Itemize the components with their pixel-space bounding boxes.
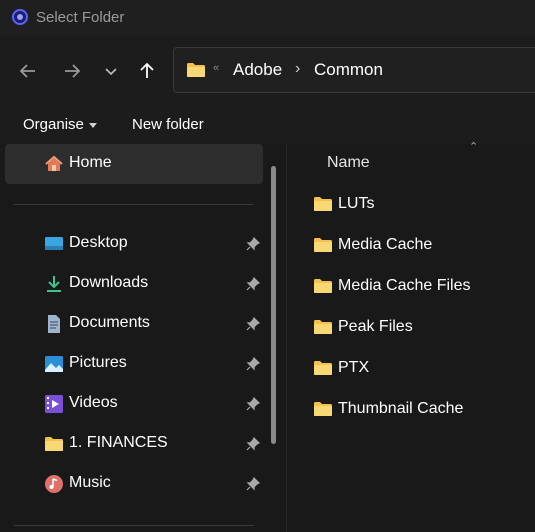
- command-toolbar: Organise New folder: [0, 104, 535, 144]
- video-icon: [45, 395, 63, 413]
- list-item[interactable]: PTX: [287, 348, 535, 388]
- pin-icon[interactable]: [246, 477, 260, 491]
- caret-down-icon: [88, 122, 97, 128]
- folder-name: Media Cache: [338, 236, 433, 253]
- sidebar-item-videos[interactable]: Videos: [0, 384, 270, 424]
- sidebar-divider: [14, 525, 254, 526]
- sidebar-item-finances[interactable]: 1. FINANCES: [0, 424, 270, 464]
- list-item[interactable]: Media Cache: [287, 225, 535, 265]
- folder-icon: [45, 437, 63, 451]
- navigation-pane: Home Desktop Downloads Documents Picture…: [0, 144, 286, 532]
- arrow-left-icon: [19, 64, 35, 78]
- sidebar-item-desktop[interactable]: Desktop: [0, 224, 270, 264]
- navigation-bar: « Adobe › Common: [0, 36, 535, 104]
- folder-icon: [314, 279, 332, 293]
- name-column-header[interactable]: Name: [327, 154, 370, 172]
- breadcrumb-common[interactable]: Common: [314, 60, 383, 80]
- chevron-down-icon: [105, 68, 117, 76]
- breadcrumb-separator-icon: ›: [295, 60, 301, 77]
- list-item[interactable]: LUTs: [287, 184, 535, 224]
- sidebar-item-home[interactable]: Home: [5, 144, 263, 184]
- folder-icon: [187, 63, 205, 77]
- sidebar-scrollbar[interactable]: [271, 166, 276, 444]
- sidebar-home-label: Home: [69, 154, 112, 171]
- recent-locations-button[interactable]: [98, 58, 124, 84]
- arrow-right-icon: [65, 64, 81, 78]
- sidebar-divider: [14, 204, 254, 205]
- window-title: Select Folder: [36, 9, 125, 26]
- folder-icon: [314, 238, 332, 252]
- folder-icon: [314, 402, 332, 416]
- picture-icon: [45, 356, 63, 372]
- sidebar-item-label: Documents: [69, 314, 150, 331]
- sidebar-item-music[interactable]: Music: [0, 464, 270, 504]
- organise-label: Organise: [23, 116, 84, 133]
- pin-icon[interactable]: [246, 277, 260, 291]
- overflow-chevron[interactable]: «: [213, 62, 219, 74]
- breadcrumb-adobe[interactable]: Adobe: [233, 60, 282, 80]
- address-bar[interactable]: « Adobe › Common: [173, 47, 535, 93]
- list-item[interactable]: Peak Files: [287, 307, 535, 347]
- organise-button[interactable]: Organise: [23, 116, 97, 133]
- sidebar-item-label: 1. FINANCES: [69, 434, 168, 451]
- new-folder-button[interactable]: New folder: [132, 116, 204, 133]
- desktop-icon: [45, 237, 63, 250]
- pin-icon[interactable]: [246, 317, 260, 331]
- folder-name: Peak Files: [338, 318, 413, 335]
- up-button[interactable]: [134, 58, 160, 84]
- pin-icon[interactable]: [246, 397, 260, 411]
- back-button[interactable]: [15, 58, 41, 84]
- folder-icon: [314, 197, 332, 211]
- folder-name: PTX: [338, 359, 370, 376]
- folder-name: Thumbnail Cache: [338, 400, 464, 417]
- sidebar-item-label: Videos: [69, 394, 118, 411]
- pin-icon[interactable]: [246, 237, 260, 251]
- download-icon: [47, 276, 61, 292]
- sidebar-item-label: Downloads: [69, 274, 149, 291]
- folder-icon: [314, 361, 332, 375]
- arrow-up-icon: [140, 62, 154, 78]
- document-icon: [48, 315, 60, 333]
- folder-icon: [314, 320, 332, 334]
- sidebar-item-label: Desktop: [69, 234, 128, 251]
- sort-ascending-icon: ⌃: [469, 141, 479, 153]
- list-item[interactable]: Media Cache Files: [287, 266, 535, 306]
- music-icon: [45, 475, 63, 493]
- file-list: ⌃ Name LUTs Media Cache Media Cache File…: [286, 141, 535, 532]
- folder-name: LUTs: [338, 195, 375, 212]
- sidebar-item-documents[interactable]: Documents: [0, 304, 270, 344]
- app-icon: [12, 9, 28, 25]
- sidebar-item-downloads[interactable]: Downloads: [0, 264, 270, 304]
- folder-name: Media Cache Files: [338, 277, 471, 294]
- list-item[interactable]: Thumbnail Cache: [287, 389, 535, 429]
- pin-icon[interactable]: [246, 357, 260, 371]
- sidebar-item-label: Music: [69, 474, 111, 491]
- forward-button[interactable]: [59, 58, 85, 84]
- home-icon: [45, 155, 63, 171]
- sidebar-item-label: Pictures: [69, 354, 127, 371]
- pin-icon[interactable]: [246, 437, 260, 451]
- sidebar-item-pictures[interactable]: Pictures: [0, 344, 270, 384]
- title-bar: Select Folder: [0, 0, 535, 36]
